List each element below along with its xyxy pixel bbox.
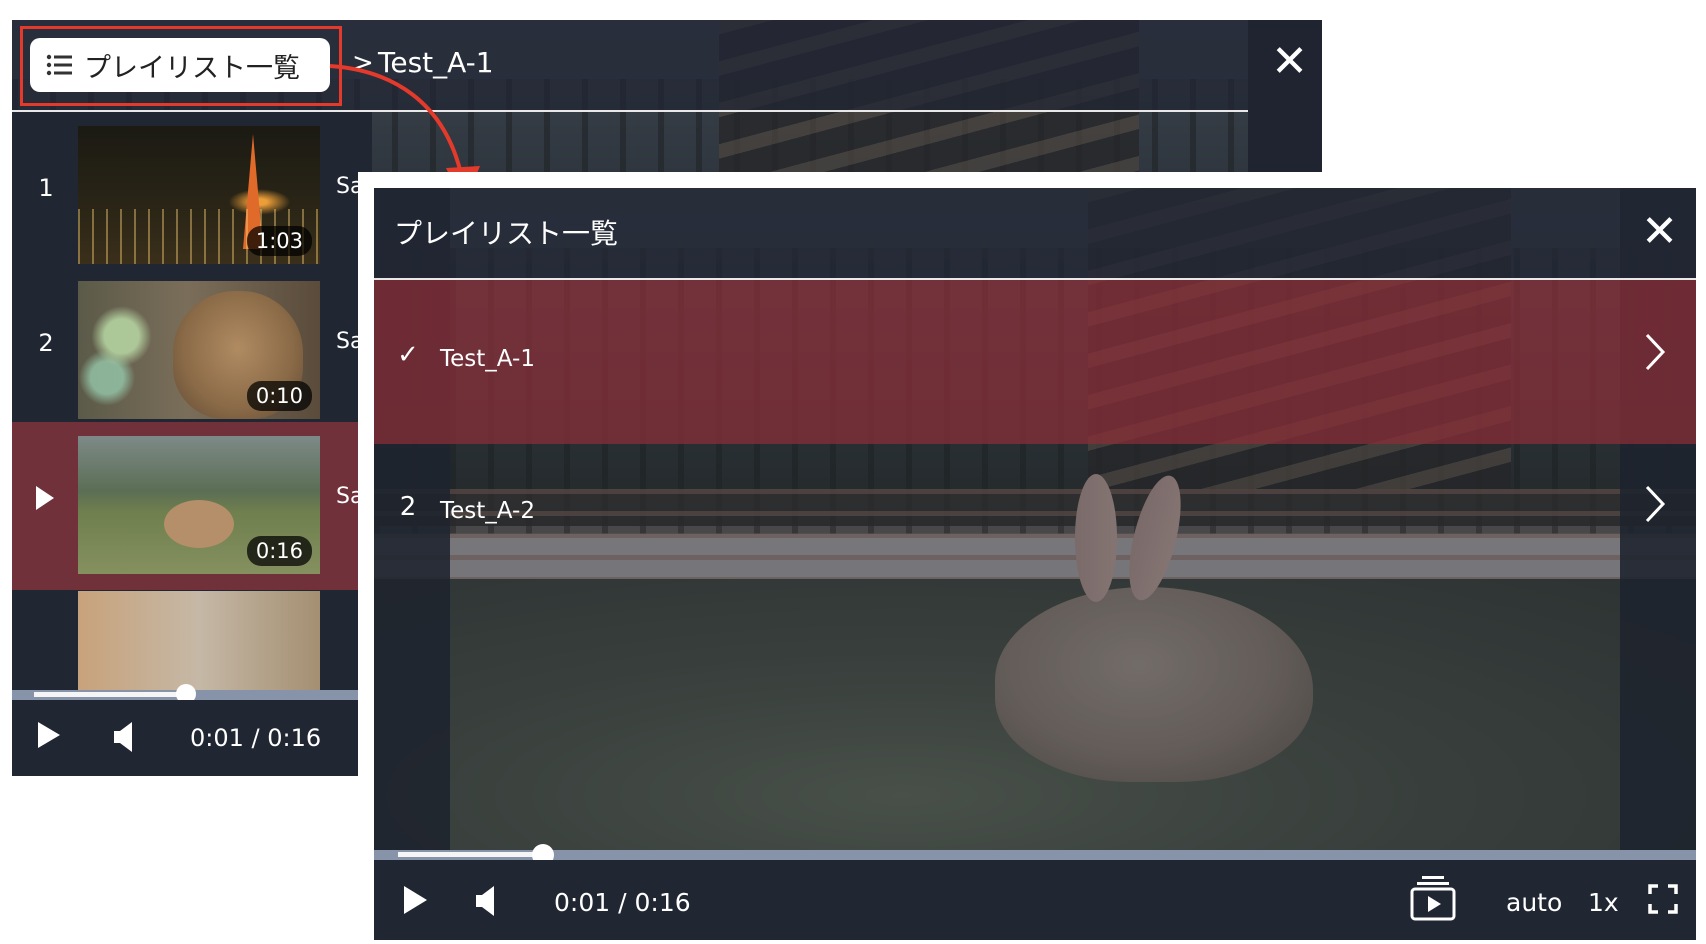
total-duration: 0:16: [634, 888, 691, 917]
playlist-list-button[interactable]: プレイリスト一覧: [30, 38, 330, 92]
video-thumbnail: 0:10: [78, 281, 320, 419]
total-duration: 0:16: [267, 724, 322, 752]
time-display: 0:01 / 0:16: [554, 888, 691, 917]
list-item[interactable]: 1 1:03 Sa: [12, 112, 372, 280]
time-display: 0:01 / 0:16: [190, 724, 321, 752]
playlist-panel-player: プレイリスト一覧 ✕ ✓ Test_A-1 2 Test_A-2 0:01 / …: [358, 172, 1696, 940]
playlist-row-current[interactable]: ✓ Test_A-1: [374, 280, 1696, 444]
video-thumbnail: [78, 591, 320, 692]
time-separator: /: [251, 724, 260, 752]
playlist-panel-header: プレイリスト一覧 ✕: [374, 188, 1696, 280]
seek-bar[interactable]: [12, 684, 372, 704]
seek-bar-played: [398, 852, 548, 857]
current-time: 0:01: [190, 724, 244, 752]
playlist-name: Test_A-2: [440, 498, 535, 524]
playlist-index: 2: [399, 492, 417, 522]
duration-badge: 1:03: [246, 226, 312, 256]
duration-badge: 0:16: [246, 536, 312, 566]
close-icon[interactable]: ✕: [1271, 40, 1308, 84]
check-icon: ✓: [397, 340, 419, 370]
quality-selector[interactable]: auto: [1506, 888, 1562, 917]
time-separator: /: [618, 888, 627, 917]
play-icon[interactable]: [38, 722, 60, 748]
now-playing-icon: [36, 486, 54, 510]
fullscreen-icon[interactable]: [1648, 884, 1678, 914]
video-thumbnail: 1:03: [78, 126, 320, 264]
playback-speed-selector[interactable]: 1x: [1588, 888, 1619, 917]
volume-icon[interactable]: [112, 720, 136, 754]
seek-bar[interactable]: [374, 844, 1696, 866]
list-item[interactable]: 2 0:10 Sa: [12, 267, 372, 435]
video-list: 1 1:03 Sa 2 0:10 Sa 0:16 Sa: [12, 112, 372, 692]
video-thumbnail: 0:16: [78, 436, 320, 574]
list-icon: [46, 54, 72, 76]
chevron-right-icon[interactable]: [1644, 484, 1666, 524]
chevron-right-icon[interactable]: [1644, 332, 1666, 372]
list-item-now-playing[interactable]: 0:16 Sa: [12, 422, 372, 590]
panel-title: プレイリスト一覧: [394, 217, 619, 250]
play-icon[interactable]: [404, 886, 427, 914]
control-bar: 0:01 / 0:16: [12, 700, 372, 776]
list-item[interactable]: [12, 577, 372, 692]
volume-icon[interactable]: [474, 884, 498, 918]
playlist-panel-frame: プレイリスト一覧 ✕ ✓ Test_A-1 2 Test_A-2 0:01 / …: [374, 188, 1696, 940]
playlist-list-button-label: プレイリスト一覧: [84, 52, 300, 84]
close-icon[interactable]: ✕: [1641, 210, 1678, 254]
seek-bar-played: [34, 692, 186, 697]
list-item-index: 2: [38, 329, 54, 357]
duration-badge: 0:10: [246, 381, 312, 411]
current-time: 0:01: [554, 888, 611, 917]
playlist-row[interactable]: 2 Test_A-2: [374, 432, 1696, 596]
list-item-index: 1: [38, 174, 54, 202]
playlist-icon[interactable]: [1410, 874, 1456, 922]
control-bar: 0:01 / 0:16 auto 1x: [374, 860, 1696, 940]
playlist-name: Test_A-1: [440, 346, 535, 372]
